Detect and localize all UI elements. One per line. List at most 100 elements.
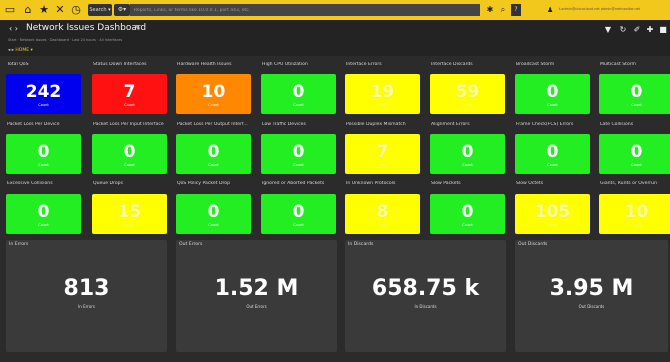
tile-box[interactable]: 7 Count [345, 134, 420, 174]
summary-panel[interactable]: In Errors 813 In Errors [6, 240, 167, 352]
help-button[interactable]: ? [511, 4, 521, 16]
pencil-icon[interactable]: ✐ [632, 25, 642, 35]
tile-value: 0 [37, 202, 50, 222]
tile-box[interactable]: 0 Count [261, 194, 336, 234]
metric-tile[interactable]: Packet Loss Per Device 0 Count [6, 122, 81, 174]
metric-tile[interactable]: Low Traffic Devices 0 Count [261, 122, 336, 174]
summary-panel[interactable]: In Discards 658.75 k In Discards [345, 240, 506, 352]
tile-box[interactable]: 0 Count [92, 134, 167, 174]
tile-caption: Count [631, 223, 642, 227]
tile-box[interactable]: 0 Count [176, 194, 251, 234]
metric-tile[interactable]: Excessive Collisions 0 Count [6, 181, 81, 234]
tile-label: Possible Duplex Mismatch [346, 122, 406, 127]
tile-value: 0 [461, 142, 474, 162]
metric-tile[interactable]: Interface Discards 59 Count [430, 62, 505, 114]
tile-label: Hardware Health Issues [177, 62, 232, 67]
home-link[interactable]: HOME ▾ [15, 48, 32, 53]
tile-label: Slow Packets [431, 181, 461, 186]
metric-tile[interactable]: Slow Octets 105 Count [515, 181, 590, 234]
tile-caption: Count [124, 163, 135, 167]
tile-value: 0 [292, 142, 305, 162]
clock-icon[interactable]: ◷ [70, 3, 82, 16]
breadcrumb[interactable]: Start · Network Issues · Dashboard · Las… [8, 38, 198, 44]
tile-box[interactable]: 0 Count [6, 134, 81, 174]
add-icon[interactable]: ✚ [645, 25, 655, 35]
tile-caption: Count [631, 103, 642, 107]
tile-box[interactable]: 0 Count [515, 74, 590, 114]
metric-tile[interactable]: Frame Check(FCS) Errors 0 Count [515, 122, 590, 174]
gear-icon[interactable]: ✱ [484, 4, 496, 16]
filter-button[interactable]: ⚙▾ [114, 4, 130, 16]
tile-caption: Count [124, 223, 135, 227]
menu-icon[interactable]: ▭ [4, 3, 16, 16]
tile-box[interactable]: 19 Count [345, 74, 420, 114]
tile-caption: Count [547, 103, 558, 107]
tile-label: Broadcast Storm [516, 62, 555, 67]
panel-caption: Out Discards [578, 304, 605, 309]
tile-box[interactable]: 0 Count [430, 194, 505, 234]
home-icon[interactable]: ⌂ [22, 3, 34, 16]
tile-box[interactable]: 0 Count [261, 134, 336, 174]
filter-icon[interactable]: ▼ [603, 25, 613, 35]
tile-box[interactable]: 242 Count [6, 74, 81, 114]
home-nav-arrows[interactable]: ◂ ▸ [8, 48, 14, 53]
tile-label: Queue Drops [93, 181, 123, 186]
metric-tile[interactable]: Broadcast Storm 0 Count [515, 62, 590, 114]
tile-value: 0 [546, 142, 559, 162]
tile-box[interactable]: 0 Count [599, 74, 670, 114]
search-input[interactable] [130, 4, 480, 16]
home-nav[interactable]: ◂ ▸ HOME ▾ [8, 48, 33, 53]
tile-box[interactable]: 0 Count [515, 134, 590, 174]
metric-tile[interactable]: Queue Drops 15 Count [92, 181, 167, 234]
tile-box[interactable]: 8 Count [345, 194, 420, 234]
user-info[interactable]: t.admin@ciscocloud.net admin@netmonitor.… [559, 7, 667, 13]
refresh-icon[interactable]: ↻ [618, 25, 628, 35]
metric-tile[interactable]: Hardware Health Issues 10 Count [176, 62, 251, 114]
star-icon[interactable]: ★ [38, 3, 50, 16]
close-icon[interactable]: ✕ [54, 3, 66, 16]
summary-panel[interactable]: Out Errors 1.52 M Out Errors [176, 240, 337, 352]
tile-box[interactable]: 0 Count [430, 134, 505, 174]
tile-caption: Count [462, 163, 473, 167]
page-title: Network Issues Dashboard [26, 23, 147, 33]
metric-tile[interactable]: Alignment Errors 0 Count [430, 122, 505, 174]
metric-tile[interactable]: QoS Policy Packet Drop 0 Count [176, 181, 251, 234]
tile-box[interactable]: 10 Count [176, 74, 251, 114]
search-icon[interactable]: ⌕ [497, 4, 509, 16]
tile-box[interactable]: 0 Count [176, 134, 251, 174]
metric-tile[interactable]: Late Collisions 0 Count [599, 122, 670, 174]
stop-icon[interactable]: ■ [658, 25, 668, 35]
tile-box[interactable]: 10 Count [599, 194, 670, 234]
tile-value: 0 [292, 202, 305, 222]
tile-value: 105 [534, 202, 571, 222]
metric-tile[interactable]: Total QoS 242 Count [6, 62, 81, 114]
metric-tile[interactable]: Packet Loss Per Input Interface 0 Count [92, 122, 167, 174]
tile-value: 0 [292, 82, 305, 102]
tile-caption: Count [208, 103, 219, 107]
metric-tile[interactable]: Multicast Storm 0 Count [599, 62, 670, 114]
edit-icon[interactable]: ✎ [135, 24, 141, 32]
tile-box[interactable]: 0 Count [6, 194, 81, 234]
metric-tile[interactable]: Status Down Interfaces 7 Count [92, 62, 167, 114]
tile-box[interactable]: 0 Count [599, 134, 670, 174]
tile-box[interactable]: 59 Count [430, 74, 505, 114]
metric-tile[interactable]: Giants, Runts or Overrun 10 Count [599, 181, 670, 234]
metric-tile[interactable]: Packet Loss Per Output Interf... 0 Count [176, 122, 251, 174]
tile-box[interactable]: 105 Count [515, 194, 590, 234]
metric-tile[interactable]: Possible Duplex Mismatch 7 Count [345, 122, 420, 174]
tile-box[interactable]: 0 Count [261, 74, 336, 114]
metric-tile[interactable]: Slow Packets 0 Count [430, 181, 505, 234]
metric-tile[interactable]: High CPU Utilization 0 Count [261, 62, 336, 114]
tile-box[interactable]: 15 Count [92, 194, 167, 234]
tile-caption: Count [208, 223, 219, 227]
panel-caption: In Discards [414, 304, 437, 309]
metric-tile[interactable]: Interface Errors 19 Count [345, 62, 420, 114]
summary-panel[interactable]: Out Discards 3.95 M Out Discards [515, 240, 668, 352]
metric-tile[interactable]: Ignored or Aborted Packets 0 Count [261, 181, 336, 234]
back-forward-icon[interactable]: ‹ › [9, 24, 18, 33]
tile-box[interactable]: 7 Count [92, 74, 167, 114]
metric-tile[interactable]: In Unknown Protocols 8 Count [345, 181, 420, 234]
search-scope-button[interactable]: Search ▾ [88, 4, 112, 16]
tile-caption: Count [124, 103, 135, 107]
user-icon[interactable]: ♟ [547, 6, 555, 14]
